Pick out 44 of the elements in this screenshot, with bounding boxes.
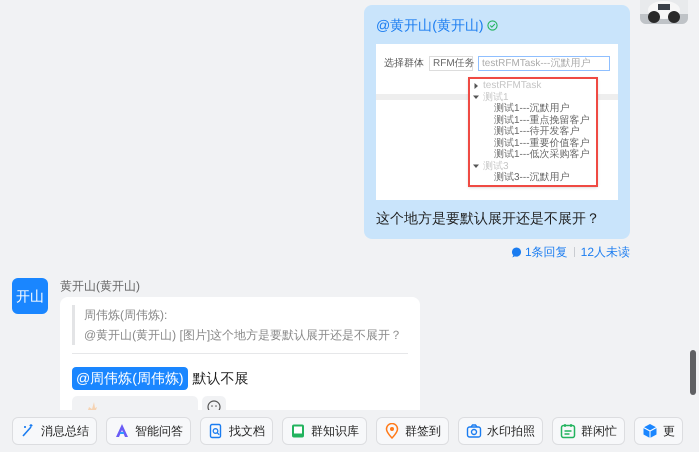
unread-link[interactable]: 12人未读 [580, 243, 630, 261]
toolbar-button[interactable]: 群闲忙 [552, 417, 625, 445]
mention-tag[interactable]: @周伟炼(周伟炼) [72, 367, 188, 390]
tree-group: testRFMTask [483, 80, 542, 92]
field-label: 选择群体 [384, 56, 424, 71]
tree-item[interactable]: 测试1---待开发客户 [494, 126, 580, 138]
tree-item[interactable]: 测试1---低次采购客户 [494, 149, 590, 160]
tree-item[interactable]: 测试3---沉默用户 [494, 172, 570, 184]
select-field[interactable]: RFM任务 [429, 56, 473, 71]
sender-name: 黄开山(黄开山) [60, 278, 141, 294]
toolbar-button[interactable]: 智能问答 [106, 417, 191, 445]
letter-a-icon [114, 423, 130, 439]
check-circle-icon [486, 20, 498, 31]
toolbar-button[interactable]: 水印拍照 [458, 417, 543, 445]
tree-group: 测试1 [483, 92, 509, 103]
book-icon [290, 423, 306, 439]
calendar-icon [560, 423, 576, 439]
toolbar-button[interactable]: 更 [634, 417, 683, 445]
tree-group: 测试3 [483, 160, 509, 172]
replies-link[interactable]: 1条回复 [510, 243, 568, 261]
collapsed-caret-icon[interactable] [473, 82, 480, 89]
quote-author: 周伟炼(周伟炼): [84, 307, 168, 324]
document-search-icon [208, 423, 224, 439]
tree-item[interactable]: 测试1---重点挽留客户 [494, 114, 590, 126]
toolbar-button[interactable]: 群签到 [376, 417, 449, 445]
toolbar-button[interactable]: 找文档 [200, 417, 273, 445]
expanded-caret-icon[interactable] [473, 94, 480, 100]
location-pin-icon [384, 423, 400, 439]
message-text: 默认不展 [192, 369, 249, 388]
avatar[interactable]: 开山 [12, 278, 48, 314]
screenshot-image[interactable]: 选择群体 RFM任务 testRFMTask---沉默用户 testRFMTask 测试1 测试1---沉默用户 测试1---重点挽留客户 测试1---待开发客户 测试1---重要价值客户 测试1---低次采购客户 测试3 测试3---沉默用户 [376, 44, 618, 200]
tree-item[interactable]: 测试1---重要价值客户 [494, 138, 590, 149]
tree-item[interactable]: 测试1---沉默用户 [494, 103, 570, 114]
emoji-icon [207, 400, 221, 410]
toolbar-button[interactable]: 消息总结 [12, 417, 97, 445]
cube-icon [642, 423, 658, 439]
scrollbar-thumb[interactable] [690, 350, 696, 395]
expanded-caret-icon[interactable] [473, 163, 480, 170]
camera-icon [466, 423, 482, 439]
toolbar-button[interactable]: 群知识库 [282, 417, 367, 445]
comment-icon [510, 246, 522, 258]
mention-link[interactable]: @黄开山(黄开山) [376, 15, 484, 36]
quote-text: @黄开山(黄开山) [图片]这个地方是要默认展开还是不展开？ [84, 327, 404, 344]
message-text: 这个地方是要默认展开还是不展开？ [376, 209, 601, 228]
